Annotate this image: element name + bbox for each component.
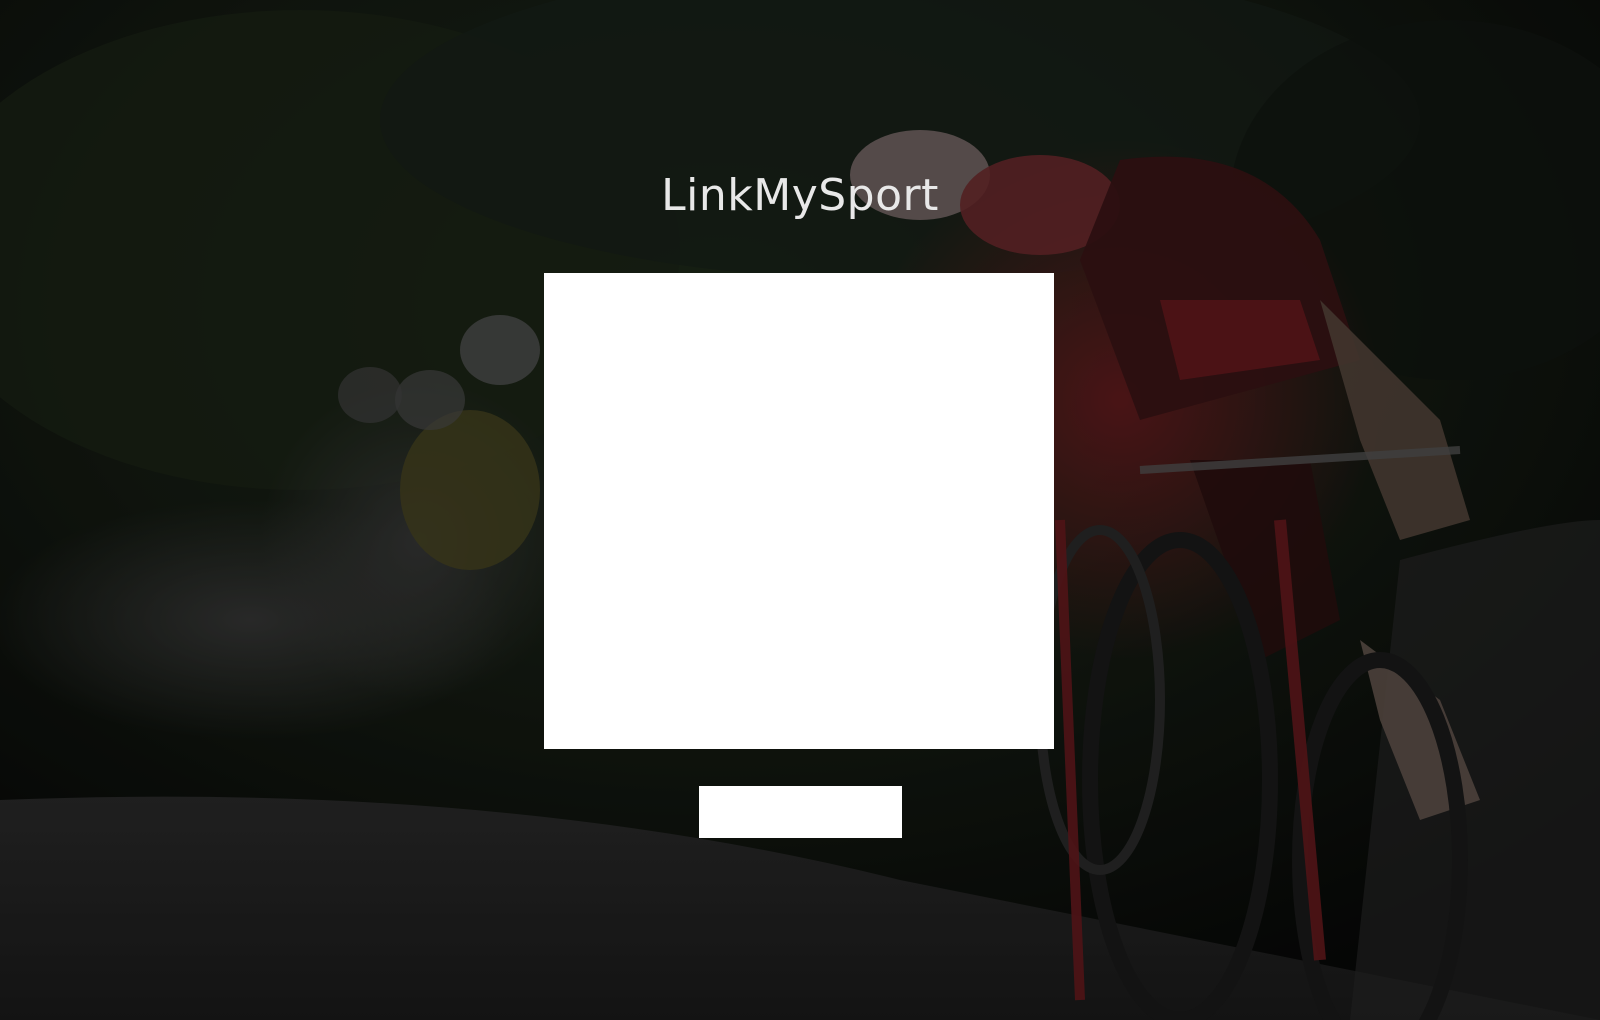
- app-title: LinkMySport: [661, 170, 939, 221]
- submit-button[interactable]: [699, 786, 902, 838]
- page: LinkMySport: [0, 0, 1600, 1020]
- login-panel[interactable]: [544, 273, 1054, 749]
